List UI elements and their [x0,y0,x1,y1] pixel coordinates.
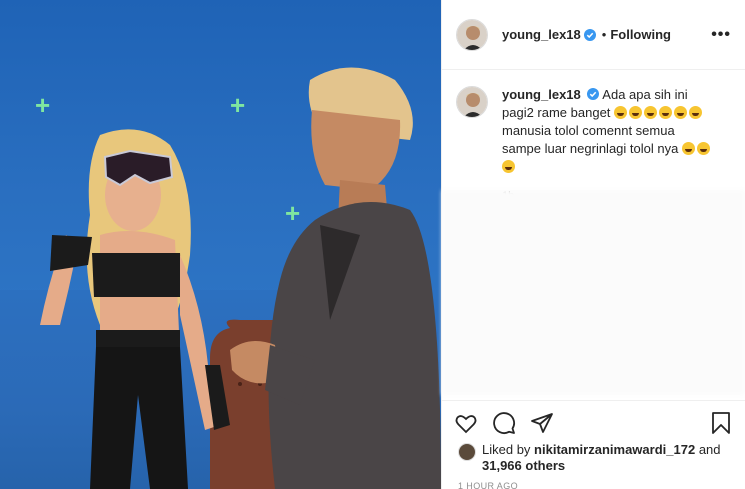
following-button[interactable]: Following [610,27,671,42]
laughing-emoji-icon [659,106,673,119]
caption-avatar[interactable] [456,86,488,118]
share-icon[interactable] [530,411,554,435]
instagram-post: + + + young_lex18 • Following ••• young_… [0,0,745,489]
liked-by-label: Liked by [482,442,531,457]
likes-conjunction: and [698,442,721,457]
laughing-emoji-icon [696,142,710,155]
laughing-emoji-icon [502,160,515,173]
verified-badge-icon [587,88,600,100]
liker-avatar[interactable] [458,443,476,461]
author-username[interactable]: young_lex18 [502,27,581,42]
post-timestamp[interactable]: 1 HOUR AGO [458,481,518,489]
post-header: young_lex18 • Following ••• [442,0,745,70]
liker-username[interactable]: nikitamirzanimawardi_172 [534,442,695,457]
laughing-emoji-icon [629,106,643,119]
post-image[interactable]: + + + [0,0,441,489]
laughing-emoji-icon [674,106,688,119]
tracking-marker: + [35,90,51,120]
caption-line-2: manusia tolol comennt semua sampe luar n… [502,123,679,156]
caption-username[interactable]: young_lex18 [502,87,581,102]
verified-badge-icon [583,28,596,41]
likes-summary: Liked by nikitamirzanimawardi_172 and 31… [458,442,721,474]
more-options-icon[interactable]: ••• [711,26,731,44]
blurred-comments-area [442,190,745,395]
caption-comment: young_lex18 Ada apa sih ini pagi2 rame b… [442,70,745,176]
laughing-emoji-icon [614,106,628,119]
laughing-emoji-icon [644,106,658,119]
post-side-panel: young_lex18 • Following ••• young_lex18 … [441,0,745,489]
laughing-emoji-icon [689,106,703,119]
author-avatar[interactable] [456,18,488,51]
laughing-emoji-group [614,105,704,120]
likes-text: Liked by nikitamirzanimawardi_172 and 31… [482,442,721,474]
comment-icon[interactable] [492,411,516,435]
save-icon[interactable] [709,411,733,435]
man-figure [230,67,441,489]
like-icon[interactable] [454,411,478,435]
separator-dot: • [601,27,607,42]
caption-text: young_lex18 Ada apa sih ini pagi2 rame b… [502,86,717,176]
woman-figure [40,129,230,489]
action-bar [442,400,745,444]
laughing-emoji-icon [681,142,695,155]
likes-count[interactable]: 31,966 others [482,458,565,473]
